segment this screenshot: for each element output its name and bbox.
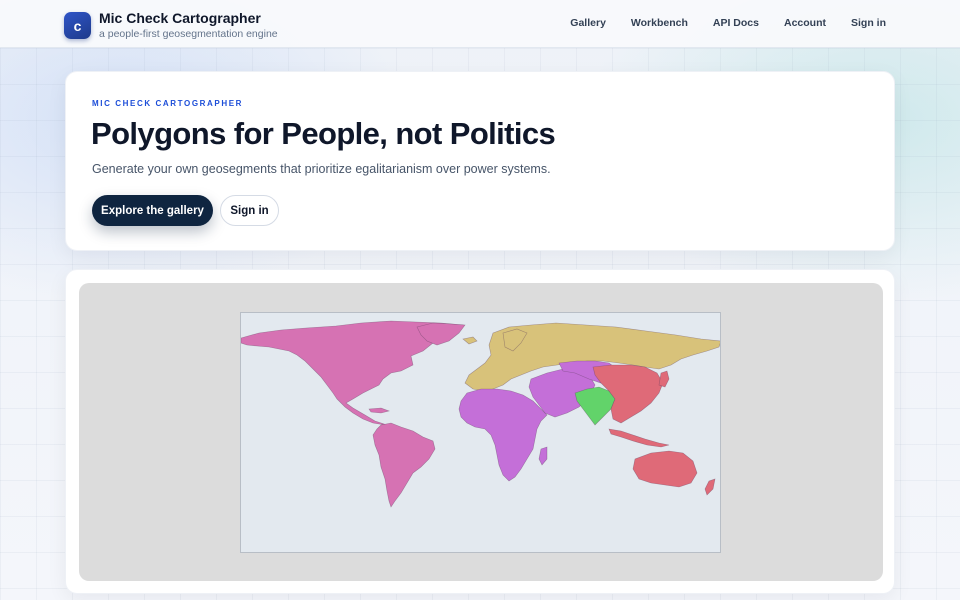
world-map-svg [241, 320, 720, 508]
japan-shape [658, 370, 670, 388]
iceland-shape [462, 336, 478, 345]
nav-sign-in-link[interactable]: Sign in [851, 17, 886, 29]
nav-api-docs-link[interactable]: API Docs [713, 17, 759, 29]
sign-in-button[interactable]: Sign in [220, 195, 279, 226]
brand-tagline: a people-first geosegmentation engine [99, 28, 278, 40]
map-preview-card [65, 269, 895, 594]
new-zealand-shape [704, 478, 716, 496]
segment-east-asia-oceania [592, 364, 716, 496]
brand-text: Mic Check Cartographer a people-first ge… [99, 10, 278, 41]
explore-gallery-button[interactable]: Explore the gallery [92, 195, 213, 226]
hero-eyebrow: MIC CHECK CARTOGRAPHER [92, 99, 244, 108]
africa-shape [458, 388, 548, 482]
map-stage [79, 283, 883, 581]
nav-gallery-link[interactable]: Gallery [570, 17, 606, 29]
nav-workbench-link[interactable]: Workbench [631, 17, 688, 29]
brand-title: Mic Check Cartographer [99, 10, 261, 26]
indonesia-shape [608, 428, 670, 448]
hero-card: MIC CHECK CARTOGRAPHER Polygons for Peop… [65, 71, 895, 251]
south-america-shape [372, 422, 436, 508]
nav-account-link[interactable]: Account [784, 17, 826, 29]
south-asia-shape [574, 386, 616, 426]
caribbean-shape [368, 407, 391, 414]
world-map[interactable] [240, 312, 721, 553]
brand[interactable]: c Mic Check Cartographer a people-first … [64, 10, 278, 41]
hero-headline: Polygons for People, not Politics [91, 116, 556, 151]
main-nav: Gallery Workbench API Docs Account Sign … [545, 17, 886, 29]
australia-shape [632, 450, 698, 488]
hero-subtitle: Generate your own geosegments that prior… [92, 162, 551, 176]
madagascar-shape [538, 446, 548, 466]
app-logo-icon: c [64, 12, 91, 39]
top-navigation-bar: c Mic Check Cartographer a people-first … [0, 0, 960, 48]
segment-americas [241, 320, 466, 508]
segment-south-asia [574, 386, 616, 426]
